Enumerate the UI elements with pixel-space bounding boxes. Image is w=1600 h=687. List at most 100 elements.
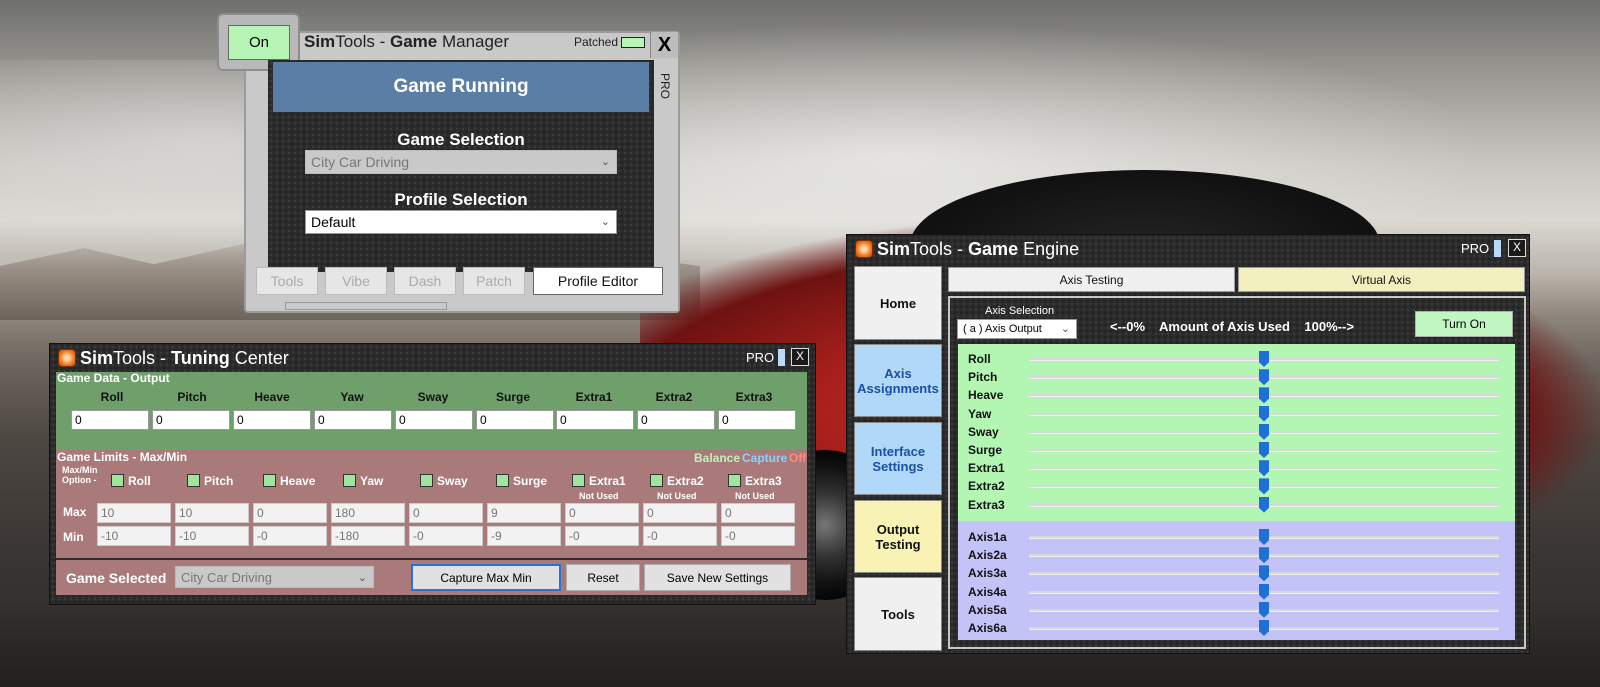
pro-label: PRO (1461, 241, 1490, 256)
not-used-label: Not Used (735, 491, 775, 501)
amount-of-axis-used-label: <--0% Amount of Axis Used 100%--> (1110, 319, 1354, 334)
max-label: Max (63, 505, 87, 519)
min-surge[interactable] (487, 526, 561, 546)
dof-label: Roll (968, 352, 991, 366)
output-extra1[interactable] (556, 410, 634, 430)
column-header: Heave (254, 390, 290, 404)
extra2-checkbox[interactable] (650, 474, 663, 487)
heave-checkbox[interactable] (263, 474, 276, 487)
close-button[interactable]: X (1508, 239, 1526, 257)
output-roll[interactable] (71, 410, 149, 430)
tab-vibe[interactable]: Vibe (325, 267, 387, 295)
min-extra3[interactable] (721, 526, 795, 546)
min-extra1[interactable] (565, 526, 639, 546)
off-label[interactable]: Off (789, 451, 806, 465)
option-label: Option - (62, 475, 97, 485)
min-heave[interactable] (253, 526, 327, 546)
extra3-checkbox[interactable] (728, 474, 741, 487)
axis-label: Axis1a (968, 530, 1007, 544)
max-extra1[interactable] (565, 503, 639, 523)
axis-label: Axis3a (968, 566, 1007, 581)
output-sway[interactable] (395, 410, 473, 430)
surge-checkbox[interactable] (496, 474, 509, 487)
capture-max-min-button[interactable]: Capture Max Min (411, 564, 561, 591)
sway-checkbox[interactable] (420, 474, 433, 487)
dof-label: Extra3 (968, 497, 1005, 512)
column-header: Yaw (340, 390, 364, 404)
nav-home[interactable]: Home (854, 266, 942, 340)
nav-axis-assignments[interactable]: Axis Assignments (854, 344, 942, 417)
save-new-settings-button[interactable]: Save New Settings (644, 564, 791, 591)
min-sway[interactable] (409, 526, 483, 546)
min-pitch[interactable] (175, 526, 249, 546)
dof-label: Surge (968, 443, 1003, 457)
nav-output-testing[interactable]: Output Testing (854, 500, 942, 573)
game-manager-bottom-tab (285, 302, 447, 310)
extra1-checkbox[interactable] (572, 474, 585, 487)
profile-selection-dropdown[interactable]: Default ⌄ (305, 210, 617, 234)
roll-checkbox[interactable] (111, 474, 124, 487)
output-heave[interactable] (233, 410, 311, 430)
game-selection-dropdown[interactable]: City Car Driving ⌄ (305, 150, 617, 174)
pro-indicator (778, 349, 785, 366)
checkbox-label: Yaw (360, 474, 384, 488)
window-title: Sim Tools - Game Engine (877, 238, 1080, 259)
capture-label[interactable]: Capture (742, 451, 787, 465)
window-title: SimTools - Game Manager (304, 32, 510, 51)
patched-indicator (621, 37, 645, 48)
nav-tools[interactable]: Tools (854, 577, 942, 651)
nav-interface-settings[interactable]: Interface Settings (854, 422, 942, 495)
output-pitch[interactable] (152, 410, 230, 430)
output-yaw[interactable] (314, 410, 392, 430)
max-yaw[interactable] (331, 503, 405, 523)
column-header: Sway (417, 390, 449, 404)
close-button[interactable]: X (650, 32, 678, 58)
max-roll[interactable] (97, 503, 171, 523)
checkbox-label: Heave (280, 474, 316, 488)
on-button[interactable]: On (228, 25, 290, 60)
pitch-checkbox[interactable] (187, 474, 200, 487)
column-header: Roll (100, 390, 124, 404)
min-roll[interactable] (97, 526, 171, 546)
game-selection-label: Game Selection (397, 130, 525, 149)
balance-label[interactable]: Balance (694, 451, 740, 465)
output-surge[interactable] (476, 410, 554, 430)
tab-axis-testing[interactable]: Axis Testing (948, 267, 1235, 292)
axis-label: Axis2a (968, 548, 1007, 563)
tab-patch[interactable]: Patch (463, 267, 525, 295)
checkbox-label: Extra3 (745, 474, 782, 488)
axis-label: Axis4a (968, 584, 1007, 599)
max-extra2[interactable] (643, 503, 717, 523)
reset-button[interactable]: Reset (566, 564, 640, 591)
column-header: Extra2 (655, 390, 693, 404)
game-manager-window: On SimTools - Game Manager Patched X PRO… (217, 13, 680, 313)
dof-label: Yaw (968, 406, 992, 421)
patched-label: Patched (574, 35, 619, 49)
game-limits-label: Game Limits - Max/Min (57, 450, 188, 464)
checkbox-label: Surge (513, 474, 548, 488)
axis-selection-label: Axis Selection (985, 305, 1055, 317)
max-pitch[interactable] (175, 503, 249, 523)
dof-label: Sway (968, 424, 999, 439)
close-button[interactable]: X (791, 348, 809, 366)
checkbox-label: Roll (128, 474, 151, 488)
yaw-checkbox[interactable] (343, 474, 356, 487)
turn-on-button[interactable]: Turn On (1415, 311, 1513, 337)
game-selected-dropdown[interactable]: City Car Driving ⌄ (175, 566, 374, 588)
chevron-down-icon: ⌄ (1060, 323, 1070, 335)
max-surge[interactable] (487, 503, 561, 523)
min-extra2[interactable] (643, 526, 717, 546)
max-extra3[interactable] (721, 503, 795, 523)
tab-dash[interactable]: Dash (394, 267, 456, 295)
tab-tools[interactable]: Tools (256, 267, 318, 295)
axis-selection-dropdown[interactable]: ( a ) Axis Output ⌄ (957, 319, 1077, 339)
min-yaw[interactable] (331, 526, 405, 546)
output-extra2[interactable] (637, 410, 715, 430)
chevron-down-icon: ⌄ (357, 572, 367, 584)
max-heave[interactable] (253, 503, 327, 523)
max-sway[interactable] (409, 503, 483, 523)
tab-virtual-axis[interactable]: Virtual Axis (1238, 267, 1525, 292)
tab-profile-editor[interactable]: Profile Editor (533, 267, 663, 295)
output-extra3[interactable] (718, 410, 796, 430)
min-label: Min (63, 530, 84, 544)
